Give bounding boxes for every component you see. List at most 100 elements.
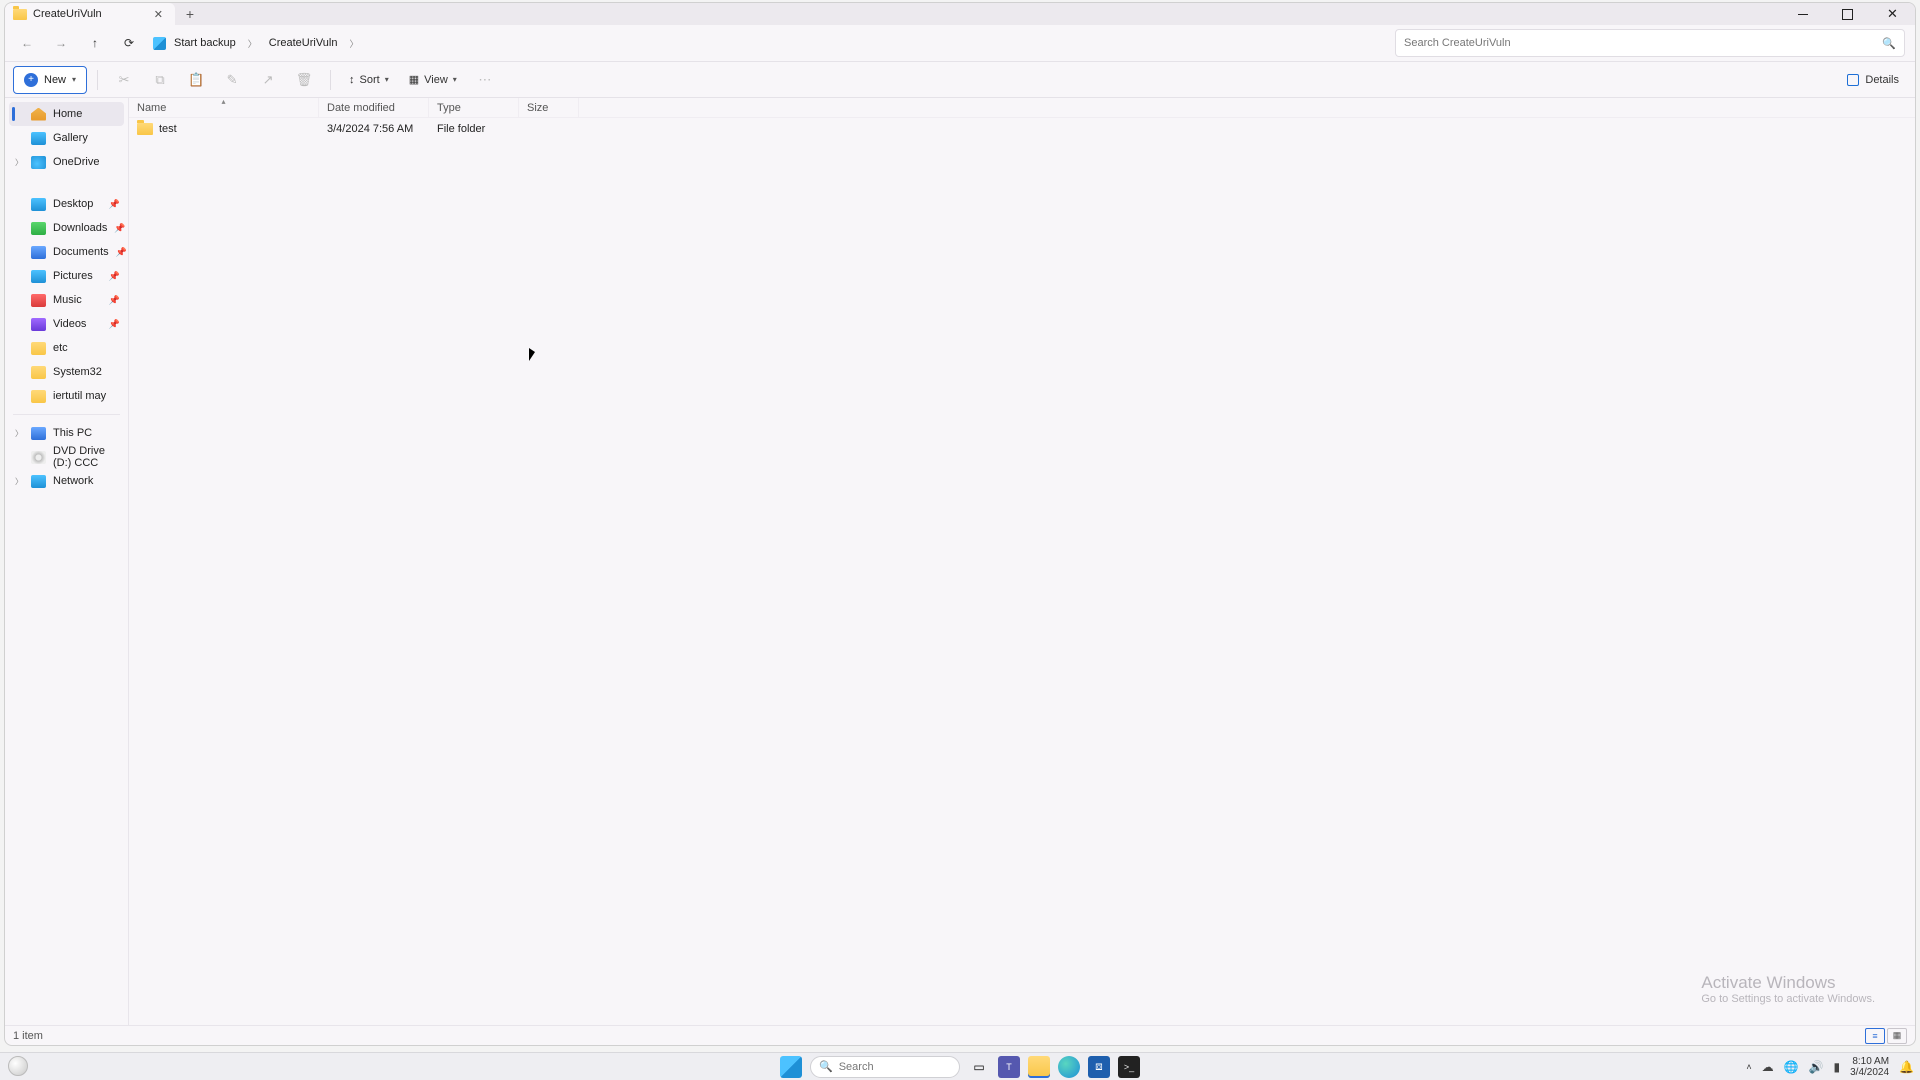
sidebar-item-etc[interactable]: etc — [9, 336, 124, 360]
separator — [97, 70, 98, 90]
details-view-button[interactable]: ≡ — [1865, 1028, 1885, 1044]
taskbar-explorer[interactable] — [1028, 1056, 1050, 1078]
up-button[interactable]: ↑ — [79, 29, 111, 57]
item-count: 1 item — [13, 1030, 43, 1042]
close-button[interactable]: ✕ — [1870, 3, 1915, 25]
column-date[interactable]: Date modified — [319, 98, 429, 117]
onedrive-tray-icon[interactable]: ☁ — [1762, 1060, 1774, 1074]
more-button[interactable]: ⋯ — [469, 66, 501, 94]
share-button[interactable]: ↗ — [252, 66, 284, 94]
sidebar-item-onedrive[interactable]: 〉OneDrive — [9, 150, 124, 174]
search-icon: 🔍 — [1882, 37, 1896, 50]
music-icon — [31, 294, 46, 307]
breadcrumb-current[interactable]: CreateUriVuln — [265, 35, 342, 51]
task-view-button[interactable]: ▭ — [968, 1056, 990, 1078]
explorer-window: CreateUriVuln ✕ + ✕ ← → ↑ ⟳ Start backup… — [4, 2, 1916, 1046]
sidebar-item-thispc[interactable]: 〉 This PC — [9, 421, 124, 445]
navbar: ← → ↑ ⟳ Start backup 〉 CreateUriVuln 〉 S… — [5, 25, 1915, 62]
chevron-right-icon[interactable]: 〉 — [15, 476, 23, 487]
view-button[interactable]: ▦ View ▾ — [401, 66, 465, 94]
maximize-button[interactable] — [1825, 3, 1870, 25]
pc-icon — [31, 427, 46, 440]
forward-button[interactable]: → — [45, 29, 77, 57]
taskbar-terminal[interactable]: >_ — [1118, 1056, 1140, 1078]
tray-overflow-button[interactable]: ˄ — [1746, 1062, 1751, 1072]
column-size[interactable]: Size — [519, 98, 579, 117]
cell-date: 3/4/2024 7:56 AM — [327, 123, 413, 135]
taskbar-store[interactable]: ⧈ — [1088, 1056, 1110, 1078]
taskbar-search[interactable]: 🔍 Search — [810, 1056, 960, 1078]
sidebar-item-downloads[interactable]: Downloads📌 — [9, 216, 124, 240]
volume-tray-icon[interactable]: 🔊 — [1809, 1060, 1824, 1074]
sidebar-item-music[interactable]: Music 📌 — [9, 288, 124, 312]
toolbar: + New ▾ ✂ ⧉ 📋 ✎ ↗ 🗑 ↕ Sort ▾ ▦ View ▾ ⋯ … — [5, 62, 1915, 98]
table-row[interactable]: test 3/4/2024 7:56 AM File folder — [129, 118, 1915, 140]
sidebar-item-home[interactable]: Home — [9, 102, 124, 126]
breadcrumb-root[interactable]: Start backup — [170, 35, 240, 51]
sidebar: Home Gallery 〉OneDrive Desktop📌 Download… — [5, 98, 129, 1025]
sidebar-item-label: Desktop — [53, 198, 93, 210]
sort-button[interactable]: ↕ Sort ▾ — [341, 66, 397, 94]
details-pane-button[interactable]: Details — [1839, 66, 1907, 94]
sidebar-item-gallery[interactable]: Gallery — [9, 126, 124, 150]
column-type[interactable]: Type — [429, 98, 519, 117]
sidebar-item-label: Pictures — [53, 270, 93, 282]
minimize-button[interactable] — [1780, 3, 1825, 25]
chevron-right-icon[interactable]: 〉 — [345, 37, 362, 50]
sidebar-item-label: Music — [53, 294, 82, 306]
copy-button[interactable]: ⧉ — [144, 66, 176, 94]
sidebar-item-label: Downloads — [53, 222, 107, 234]
taskbar-teams[interactable]: T — [998, 1056, 1020, 1078]
delete-button[interactable]: 🗑 — [288, 66, 320, 94]
start-button[interactable] — [780, 1056, 802, 1078]
pin-icon: 📌 — [109, 295, 120, 306]
battery-tray-icon[interactable]: ▮ — [1834, 1060, 1841, 1074]
new-tab-button[interactable]: + — [175, 3, 205, 25]
folder-icon — [31, 342, 46, 355]
details-icon — [1847, 74, 1859, 86]
rename-button[interactable]: ✎ — [216, 66, 248, 94]
notifications-button[interactable]: 🔔 — [1899, 1060, 1914, 1074]
folder-icon — [137, 123, 153, 135]
plus-icon: + — [24, 73, 38, 87]
activation-watermark: Activate Windows Go to Settings to activ… — [1701, 973, 1875, 1005]
back-button[interactable]: ← — [11, 29, 43, 57]
edge-peek-icon[interactable] — [8, 1056, 28, 1076]
chevron-right-icon[interactable]: 〉 — [244, 37, 261, 50]
file-list[interactable]: ▴Name Date modified Type Size test 3/4/2… — [129, 98, 1915, 1025]
sidebar-item-system32[interactable]: System32 — [9, 360, 124, 384]
tab-close-button[interactable]: ✕ — [150, 8, 167, 21]
folder-icon — [31, 366, 46, 379]
paste-button[interactable]: 📋 — [180, 66, 212, 94]
window-tab[interactable]: CreateUriVuln ✕ — [5, 3, 175, 25]
titlebar: CreateUriVuln ✕ + ✕ — [5, 3, 1915, 25]
downloads-icon — [31, 222, 46, 235]
cut-button[interactable]: ✂ — [108, 66, 140, 94]
sidebar-item-iertutil[interactable]: iertutil may — [9, 384, 124, 408]
language-tray-icon[interactable]: 🌐 — [1784, 1060, 1799, 1074]
sidebar-item-pictures[interactable]: Pictures📌 — [9, 264, 124, 288]
taskbar-edge[interactable] — [1058, 1056, 1080, 1078]
thumbnails-view-button[interactable]: ▦ — [1887, 1028, 1907, 1044]
chevron-right-icon[interactable]: 〉 — [15, 157, 23, 168]
clock[interactable]: 8:10 AM 3/4/2024 — [1850, 1056, 1889, 1078]
sidebar-item-desktop[interactable]: Desktop📌 — [9, 192, 124, 216]
documents-icon — [31, 246, 46, 259]
refresh-button[interactable]: ⟳ — [113, 29, 145, 57]
address-bar[interactable]: Start backup 〉 CreateUriVuln 〉 — [147, 29, 1393, 57]
sidebar-item-dvd[interactable]: DVD Drive (D:) CCC — [9, 445, 124, 469]
new-button[interactable]: + New ▾ — [13, 66, 87, 94]
search-label: Search — [839, 1061, 874, 1073]
search-input[interactable]: Search CreateUriVuln 🔍 — [1395, 29, 1905, 57]
search-placeholder: Search CreateUriVuln — [1404, 37, 1511, 49]
sidebar-item-videos[interactable]: Videos📌 — [9, 312, 124, 336]
column-name[interactable]: ▴Name — [129, 98, 319, 117]
search-icon: 🔍 — [819, 1060, 833, 1073]
separator — [330, 70, 331, 90]
sidebar-item-documents[interactable]: Documents📌 — [9, 240, 124, 264]
folder-icon — [31, 390, 46, 403]
sidebar-item-network[interactable]: 〉Network — [9, 469, 124, 493]
sidebar-item-label: This PC — [53, 427, 92, 439]
column-label: Date modified — [327, 102, 395, 114]
chevron-right-icon[interactable]: 〉 — [15, 428, 23, 439]
